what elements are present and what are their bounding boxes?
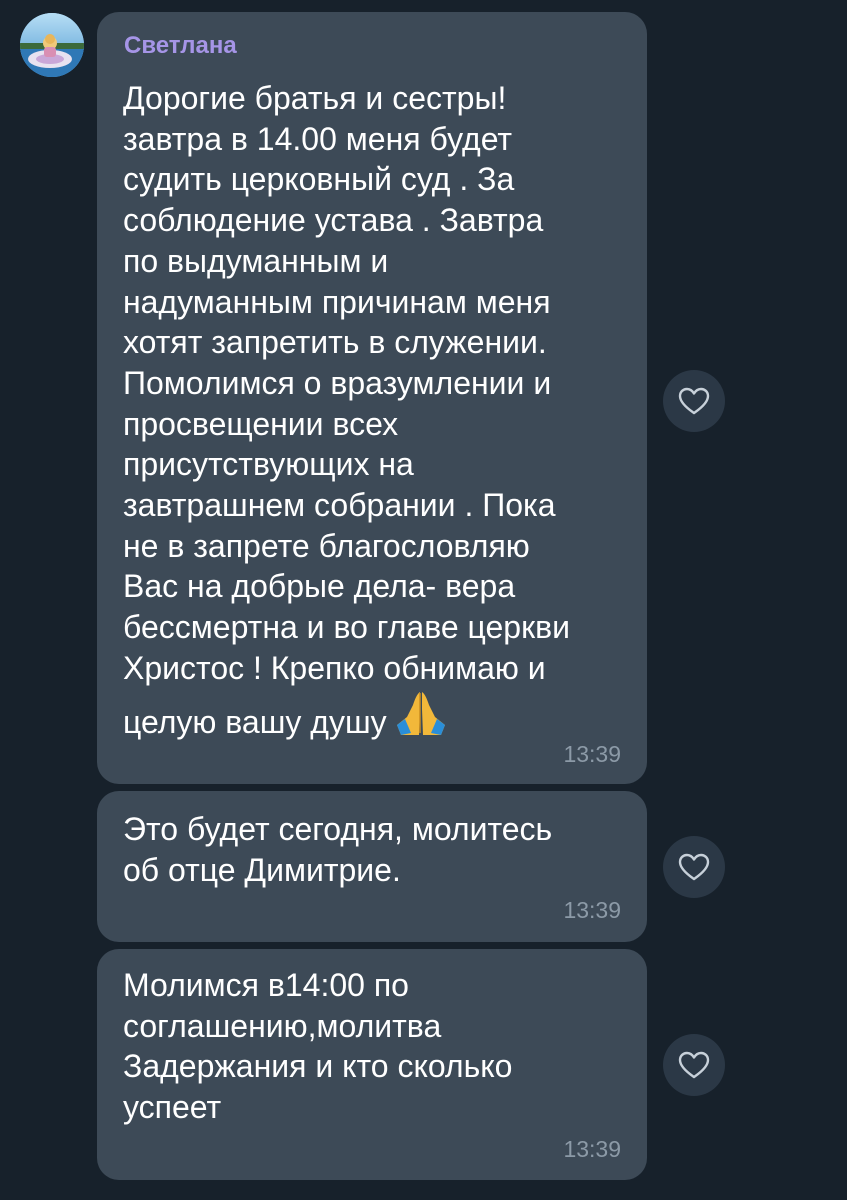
message-text: Это будет сегодня, молитесь об отце Дими… bbox=[123, 811, 553, 888]
folded-hands-emoji bbox=[393, 689, 449, 747]
reaction-button[interactable] bbox=[663, 370, 725, 432]
message-text-content: Дорогие братья и сестры! завтра в 14.00 … bbox=[123, 80, 570, 740]
message-text: Молимся в14:00 по соглашению,молитва Зад… bbox=[123, 967, 513, 1125]
message-bubble[interactable]: Светлана Дорогие братья и сестры! завтра… bbox=[97, 12, 647, 784]
heart-outline-icon bbox=[678, 853, 710, 881]
reaction-button[interactable] bbox=[663, 1034, 725, 1096]
message-text: Дорогие братья и сестры! завтра в 14.00 … bbox=[123, 78, 633, 746]
message-bubble[interactable]: Молимся в14:00 по соглашению,молитва Зад… bbox=[97, 949, 647, 1180]
sender-name[interactable]: Светлана bbox=[124, 32, 237, 60]
heart-outline-icon bbox=[678, 1051, 710, 1079]
message-bubble[interactable]: Это будет сегодня, молитесь об отце Дими… bbox=[97, 791, 647, 942]
reaction-button[interactable] bbox=[663, 836, 725, 898]
avatar-photo bbox=[20, 13, 84, 77]
heart-outline-icon bbox=[678, 387, 710, 415]
sender-avatar[interactable] bbox=[20, 13, 84, 77]
folded-hands-icon bbox=[396, 691, 445, 735]
message-time: 13:39 bbox=[563, 1136, 621, 1162]
message-time: 13:39 bbox=[563, 897, 621, 923]
message-time: 13:39 bbox=[563, 741, 621, 767]
